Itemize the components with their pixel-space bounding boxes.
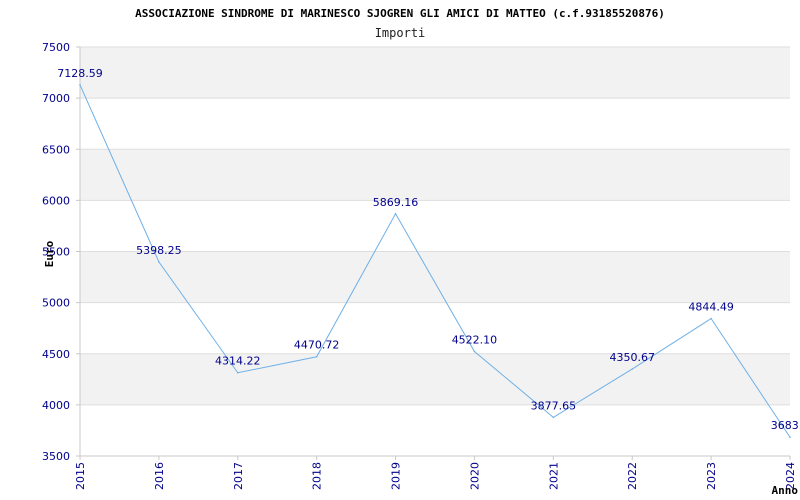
x-tick-label: 2015 (74, 462, 87, 490)
data-label: 4844.49 (688, 301, 734, 314)
data-point (315, 355, 318, 358)
y-tick-label: 4000 (42, 399, 70, 412)
chart-subtitle: Importi (375, 26, 426, 40)
x-tick-label: 2020 (468, 462, 481, 490)
chart-title: ASSOCIAZIONE SINDROME DI MARINESCO SJOGR… (135, 7, 665, 20)
data-point (552, 416, 555, 419)
y-tick-label: 7500 (42, 41, 70, 54)
x-axis-label: Anno (772, 484, 799, 497)
y-tick-label: 4500 (42, 348, 70, 361)
data-label: 4470.72 (294, 339, 340, 352)
grid-band (80, 353, 790, 405)
grid-band (80, 149, 790, 201)
chart: ASSOCIAZIONE SINDROME DI MARINESCO SJOGR… (42, 7, 800, 497)
data-label: 4522.10 (452, 333, 498, 346)
data-label: 7128.59 (57, 67, 103, 80)
data-point (631, 368, 634, 370)
data-point (158, 261, 160, 263)
y-axis-label: Euro (43, 240, 56, 267)
data-point (710, 317, 712, 320)
grid-band (80, 251, 790, 303)
x-tick-labels: 2015 2016 2017 2018 2019 2020 2021 2022 2023 2024 (74, 456, 797, 490)
plot-bands (80, 47, 790, 405)
y-tick-label: 5000 (42, 297, 70, 310)
grid-band (80, 47, 790, 99)
y-tick-label: 7000 (42, 92, 70, 105)
x-tick-label: 2018 (311, 462, 324, 490)
x-tick-label: 2017 (232, 462, 245, 490)
data-label: 5398.25 (136, 244, 182, 257)
data-point (473, 350, 476, 353)
x-tick-label: 2019 (390, 462, 403, 490)
x-tick-label: 2022 (626, 462, 639, 490)
data-point (789, 436, 791, 439)
data-label: 3877.65 (531, 399, 577, 412)
x-tick-label: 2021 (547, 462, 560, 490)
data-point (394, 212, 397, 215)
x-tick-label: 2016 (153, 462, 166, 490)
data-label: 4350.67 (609, 351, 655, 364)
data-label: 5869.16 (373, 196, 419, 209)
x-tick-label: 2023 (705, 462, 718, 490)
data-label: 3683.6 (771, 419, 800, 432)
y-tick-label: 3500 (42, 450, 70, 463)
data-label: 4314.22 (215, 355, 261, 368)
data-point (236, 371, 239, 374)
y-tick-label: 6500 (42, 143, 70, 156)
data-point (79, 84, 81, 86)
y-tick-label: 6000 (42, 194, 70, 207)
